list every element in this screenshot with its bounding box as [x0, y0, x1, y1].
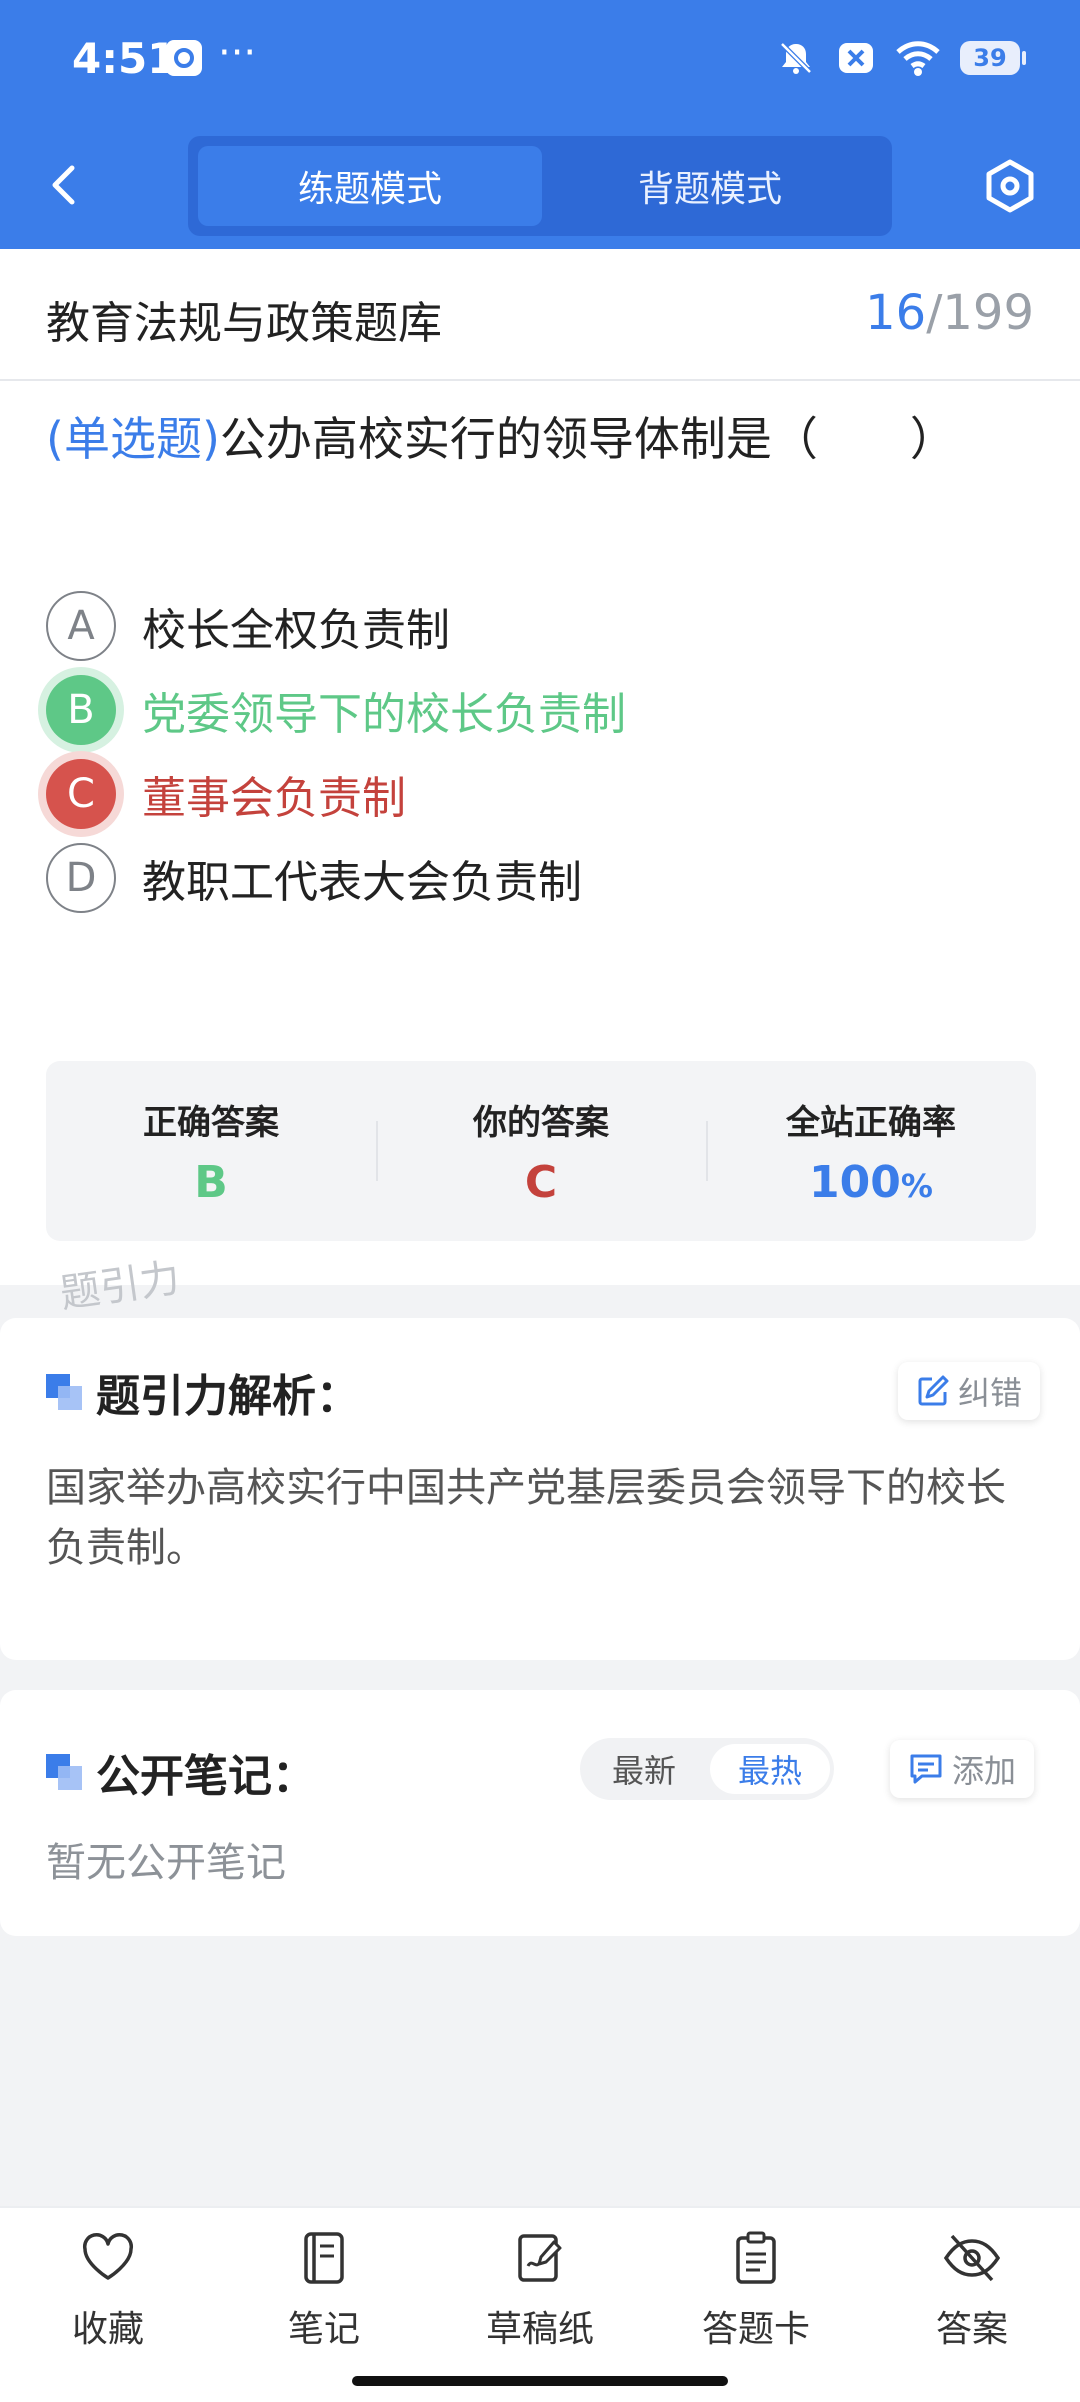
analysis-title: 题引力解析：: [96, 1371, 360, 1422]
accuracy-unit: %: [900, 1167, 933, 1205]
show-answer-button[interactable]: 答案: [892, 2228, 1052, 2352]
bottom-toolbar: 收藏 笔记 草稿纸 答题卡 答案: [0, 2206, 1080, 2402]
close-box-icon: [839, 43, 873, 73]
favorite-button[interactable]: 收藏: [28, 2228, 188, 2352]
mute-bell-icon: [780, 42, 812, 74]
nav-bar: 练题模式 背题模式: [0, 120, 1080, 249]
add-note-label: 添加: [952, 1752, 1017, 1790]
comment-icon: [910, 1754, 942, 1784]
heart-icon: [82, 2233, 134, 2280]
status-bar: 4:51 ··· 39: [0, 0, 1080, 120]
option-letter: B: [46, 675, 116, 745]
option-letter: C: [46, 759, 116, 829]
option-b[interactable]: B 党委领导下的校长负责制: [46, 673, 626, 747]
analysis-card: 题引力解析： 纠错 国家举办高校实行中国共产党基层委员会领导下的校长负责制。: [0, 1318, 1080, 1660]
notebook-icon: [304, 2232, 344, 2284]
hex-settings-icon[interactable]: [980, 156, 1040, 216]
draft-paper-icon: [518, 2234, 562, 2282]
stat-correct-answer: 正确答案 B: [46, 1061, 376, 1241]
answer-card-button[interactable]: 答题卡: [676, 2228, 836, 2352]
stat-label: 全站正确率: [786, 1103, 956, 1143]
stat-label: 你的答案: [473, 1103, 609, 1143]
question-stem: (单选题)公办高校实行的领导体制是（ ）: [46, 409, 1046, 469]
show-answer-label: 答案: [935, 2309, 1008, 2350]
wifi-icon: [896, 41, 940, 76]
notes-button[interactable]: 笔记: [244, 2228, 404, 2352]
tab-memorize-mode[interactable]: 背题模式: [538, 146, 882, 226]
edit-icon: [918, 1375, 949, 1406]
your-answer-value: C: [524, 1157, 558, 1208]
section-square-icon: [46, 1754, 82, 1790]
analysis-header: 题引力解析：: [46, 1360, 360, 1424]
answer-card-label: 答题卡: [701, 2309, 810, 2350]
option-letter: D: [46, 843, 116, 913]
app-header: 4:51 ··· 39 练题模式 背题模式: [0, 0, 1080, 249]
sort-hottest[interactable]: 最热: [710, 1744, 830, 1794]
option-letter: A: [46, 591, 116, 661]
progress-current: 16: [865, 285, 927, 341]
status-icons: 39: [776, 36, 1026, 80]
draft-paper-label: 草稿纸: [485, 2309, 594, 2350]
stat-your-answer: 你的答案 C: [376, 1061, 706, 1241]
stat-label: 正确答案: [143, 1103, 279, 1143]
option-text: 教职工代表大会负责制: [142, 857, 582, 908]
empty-notes-text: 暂无公开笔记: [46, 1840, 286, 1886]
option-d[interactable]: D 教职工代表大会负责制: [46, 841, 582, 915]
mode-switch: 练题模式 背题模式: [188, 136, 892, 236]
analysis-text: 国家举办高校实行中国共产党基层委员会领导下的校长负责制。: [46, 1465, 1006, 1571]
add-note-button[interactable]: 添加: [890, 1740, 1035, 1798]
eye-off-icon: [943, 2234, 1001, 2282]
more-notifications-icon: ···: [218, 30, 257, 76]
answer-stats: 正确答案 B 你的答案 C 全站正确率 100%: [46, 1061, 1036, 1241]
notification-app-icon: [166, 40, 202, 76]
bank-row: 教育法规与政策题库 16/199: [0, 249, 1080, 381]
report-label: 纠错: [958, 1374, 1023, 1412]
bank-title: 教育法规与政策题库: [46, 298, 442, 349]
draft-paper-button[interactable]: 草稿纸: [460, 2228, 620, 2352]
option-c[interactable]: C 董事会负责制: [46, 757, 406, 831]
question-text: 公办高校实行的领导体制是（ ）: [219, 412, 956, 466]
accuracy-number: 100: [809, 1157, 901, 1208]
progress-total: 199: [942, 285, 1034, 341]
option-a[interactable]: A 校长全权负责制: [46, 589, 450, 663]
tab-practice-mode[interactable]: 练题模式: [198, 146, 542, 226]
notes-card: 公开笔记： 最新 最热 添加 暂无公开笔记: [0, 1690, 1080, 1936]
correct-answer-value: B: [194, 1157, 228, 1208]
notes-sort-toggle: 最新 最热: [580, 1738, 834, 1800]
notes-label: 笔记: [287, 2309, 360, 2350]
report-error-button[interactable]: 纠错: [898, 1362, 1041, 1420]
sort-newest[interactable]: 最新: [584, 1744, 704, 1794]
progress-separator: /: [926, 285, 943, 341]
chevron-left-icon[interactable]: [40, 160, 90, 210]
notes-header: 公开笔记：: [46, 1740, 316, 1804]
question-card: 教育法规与政策题库 16/199 (单选题)公办高校实行的领导体制是（ ） A …: [0, 249, 1080, 1285]
question-progress: 16/199: [865, 285, 1034, 341]
option-text: 校长全权负责制: [142, 605, 450, 656]
notes-title: 公开笔记：: [96, 1751, 316, 1802]
stat-accuracy: 全站正确率 100%: [706, 1061, 1036, 1241]
status-time: 4:51: [72, 34, 177, 83]
battery-indicator: 39: [960, 41, 1026, 75]
question-type: (单选题): [46, 412, 220, 466]
accuracy-value: 100%: [706, 1157, 1036, 1208]
section-square-icon: [46, 1374, 82, 1410]
favorite-label: 收藏: [71, 2309, 144, 2350]
option-text: 董事会负责制: [142, 773, 406, 824]
home-indicator[interactable]: [352, 2376, 728, 2386]
answer-card-icon: [736, 2231, 776, 2284]
option-text: 党委领导下的校长负责制: [142, 689, 626, 740]
